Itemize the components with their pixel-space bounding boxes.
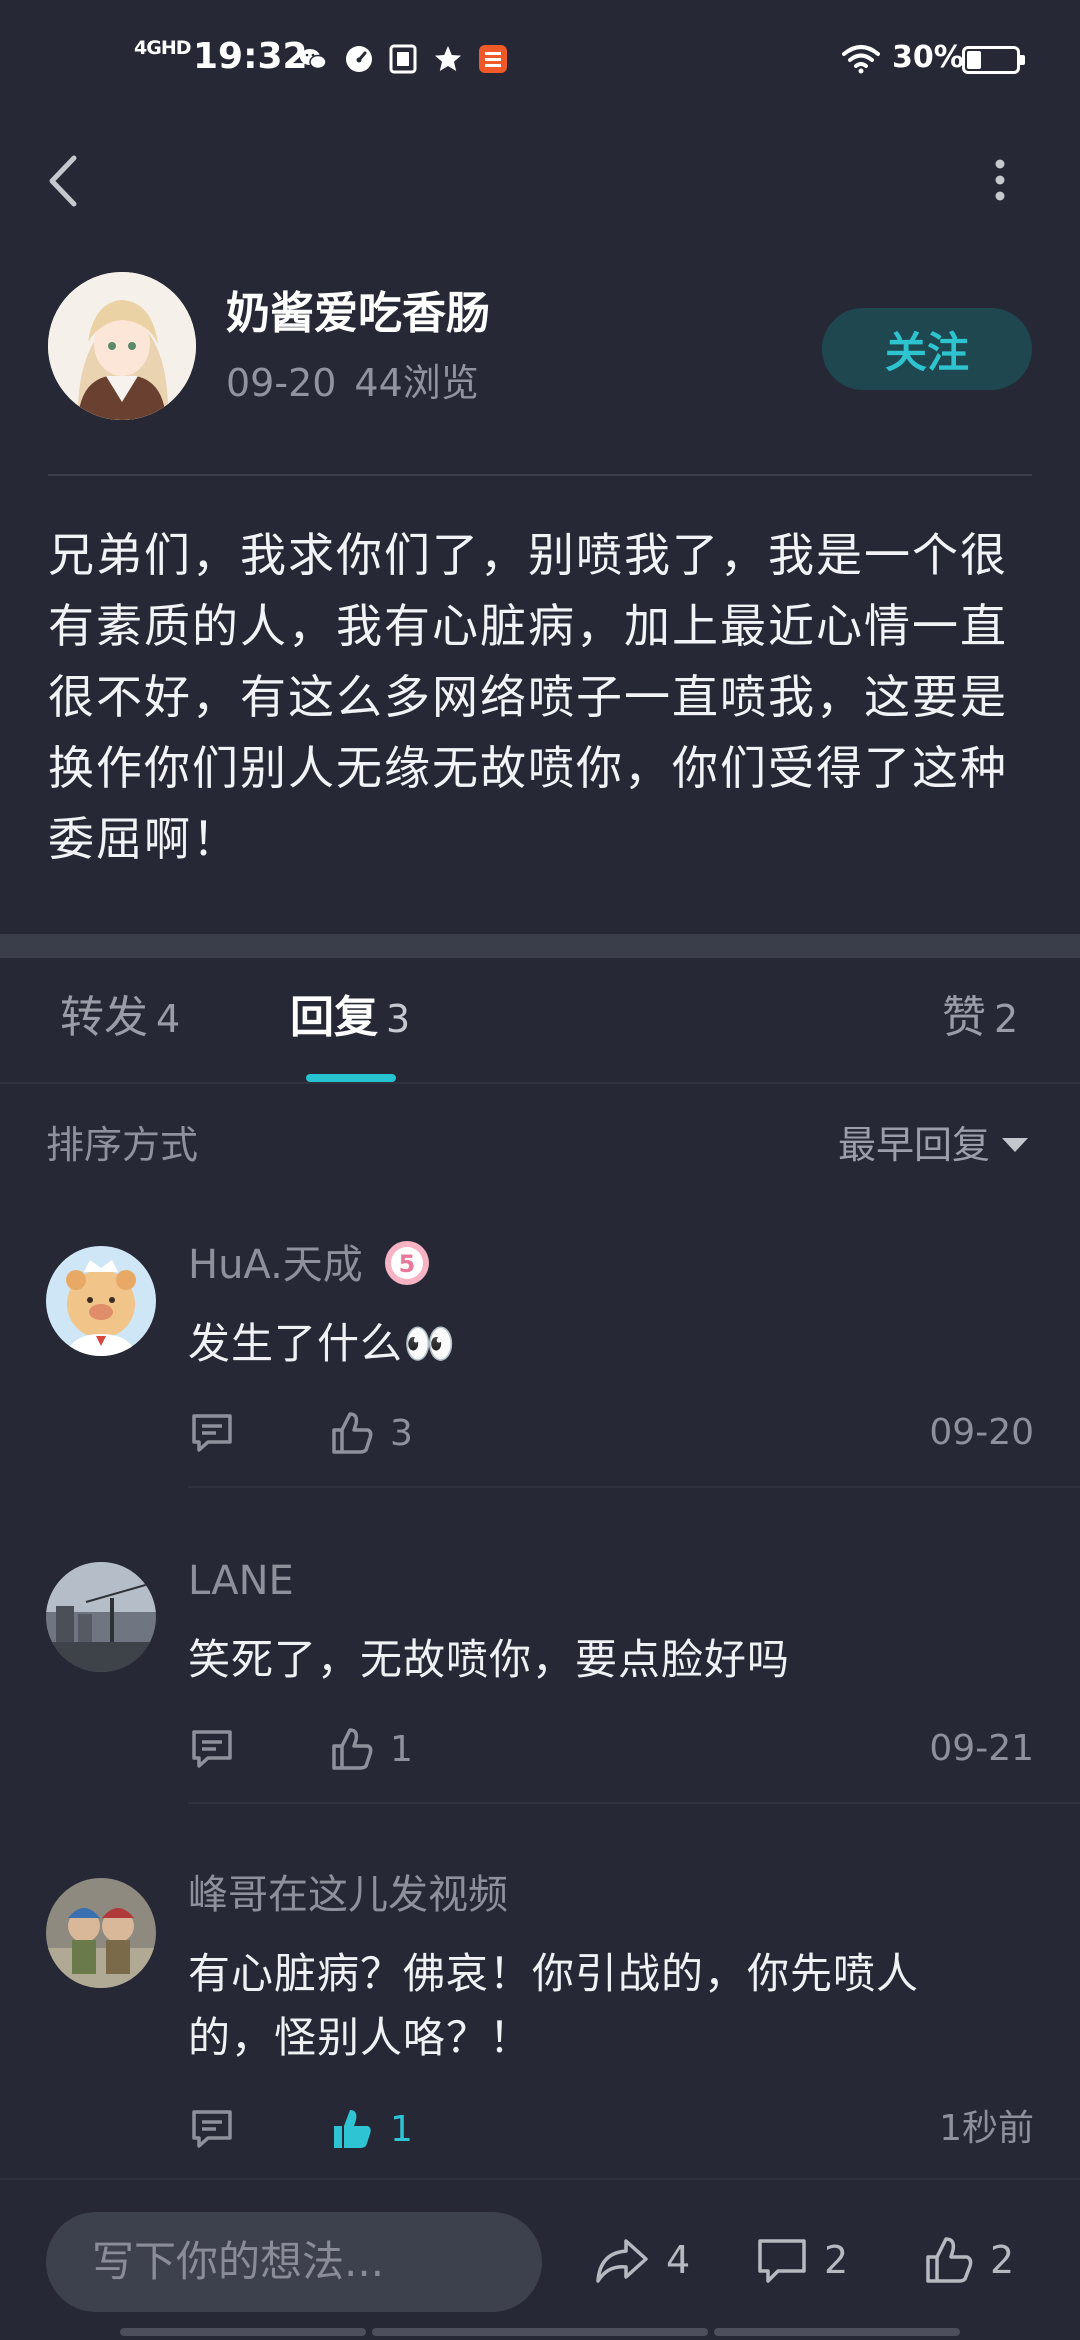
home-indicator — [372, 2328, 708, 2336]
repost-count: 4 — [666, 2238, 691, 2282]
comment-text: 发生了什么👀 — [188, 1319, 457, 1368]
battery-icon — [962, 46, 1025, 74]
network-indicator: 4GHD — [134, 37, 191, 59]
thumbs-up-icon — [332, 1412, 373, 1454]
like-count: 1 — [390, 2108, 413, 2150]
comment-divider — [188, 1486, 1080, 1488]
status-bar: 4GHD 19:32 30% — [0, 0, 1080, 100]
caret-down-icon — [1002, 1137, 1029, 1152]
comment-count: 2 — [824, 2238, 849, 2282]
thumbs-up-filled-icon — [334, 2110, 371, 2148]
tab-repost[interactable]: 转发 4 — [60, 990, 180, 1050]
share-arrow-icon — [596, 2239, 648, 2283]
like-count: 1 — [390, 1728, 413, 1770]
post-views: 44浏览 — [354, 361, 479, 405]
wechat-icon — [300, 49, 327, 70]
divider — [48, 474, 1032, 476]
active-tab-indicator — [306, 1074, 396, 1082]
commenter-avatar[interactable] — [46, 1246, 156, 1356]
level-badge-number: 5 — [398, 1250, 415, 1278]
tab-reply-count: 3 — [386, 997, 411, 1041]
tab-repost-count: 4 — [156, 997, 181, 1041]
bank-app-icon — [479, 45, 507, 73]
sort-selected: 最早回复 — [838, 1123, 991, 1167]
section-separator — [0, 934, 1080, 958]
follow-button[interactable]: 关注 — [822, 308, 1032, 390]
document-icon — [389, 44, 417, 74]
wifi-icon — [842, 45, 880, 74]
commenter-name-text: HuA.天成 — [188, 1242, 363, 1288]
reply-comment-icon[interactable] — [188, 2104, 238, 2154]
status-time: 19:32 — [193, 36, 308, 77]
post-date: 09-20 — [226, 361, 337, 405]
like-button[interactable]: 1 — [330, 2104, 413, 2154]
commenter-name[interactable]: 峰哥在这儿发视频 — [188, 1870, 508, 1920]
like-count: 3 — [390, 1412, 413, 1454]
tab-reply-label: 回复 — [290, 992, 378, 1043]
comment-divider — [188, 1802, 1080, 1804]
comment-input[interactable]: 写下你的想法... — [46, 2212, 542, 2312]
comment-time: 1秒前 — [939, 2108, 1034, 2149]
post-meta: 09-20 44浏览 — [226, 360, 479, 406]
author-name[interactable]: 奶酱爱吃香肠 — [226, 288, 490, 340]
comment-bubble-icon — [758, 2239, 806, 2283]
like-button[interactable]: 3 — [330, 1408, 413, 1458]
like-button[interactable]: 1 — [330, 1724, 413, 1774]
commenter-avatar[interactable] — [46, 1878, 156, 1988]
sort-label: 排序方式 — [46, 1123, 199, 1167]
tab-like[interactable]: 赞2 — [942, 990, 1018, 1050]
commenter-name[interactable]: HuA.天成 5 — [188, 1240, 430, 1290]
thumbs-up-icon — [926, 2237, 973, 2283]
more-options-button[interactable] — [980, 150, 1020, 210]
tab-reply[interactable]: 回复 3 — [290, 990, 410, 1050]
repost-button[interactable]: 4 — [594, 2230, 690, 2290]
tab-repost-label: 转发 — [60, 992, 148, 1043]
divider — [0, 1082, 1080, 1084]
home-indicator — [714, 2328, 960, 2336]
reply-comment-icon[interactable] — [188, 1724, 238, 1774]
post-body: 兄弟们，我求你们了，别喷我了，我是一个很有素质的人，我有心脏病，加上最近心情一直… — [48, 528, 1008, 866]
sort-dropdown[interactable]: 最早回复 — [838, 1120, 1029, 1170]
comment-button[interactable]: 2 — [756, 2230, 848, 2290]
battery-percent: 30% — [892, 40, 964, 75]
like-post-count: 2 — [990, 2238, 1015, 2282]
author-avatar[interactable] — [48, 272, 196, 420]
back-button[interactable] — [40, 150, 90, 212]
comment-time: 09-20 — [929, 1412, 1034, 1453]
commenter-name[interactable]: LANE — [188, 1556, 294, 1606]
level-badge-icon: 5 — [384, 1241, 429, 1285]
reply-comment-icon[interactable] — [188, 1408, 238, 1458]
speedometer-icon — [346, 46, 372, 72]
star-icon — [435, 46, 461, 71]
home-indicator — [120, 2328, 366, 2336]
tab-like-label: 赞 — [942, 992, 986, 1043]
comment-text: 有心脏病？佛哀！你引战的，你先喷人的，怪别人咯？！ — [188, 1949, 920, 2062]
thumbs-up-icon — [332, 1728, 373, 1770]
tab-like-count: 2 — [994, 997, 1019, 1041]
comment-time: 09-21 — [929, 1728, 1034, 1769]
like-post-button[interactable]: 2 — [924, 2230, 1014, 2290]
commenter-avatar[interactable] — [46, 1562, 156, 1672]
comment-text: 笑死了，无故喷你，要点脸好吗 — [188, 1635, 791, 1684]
